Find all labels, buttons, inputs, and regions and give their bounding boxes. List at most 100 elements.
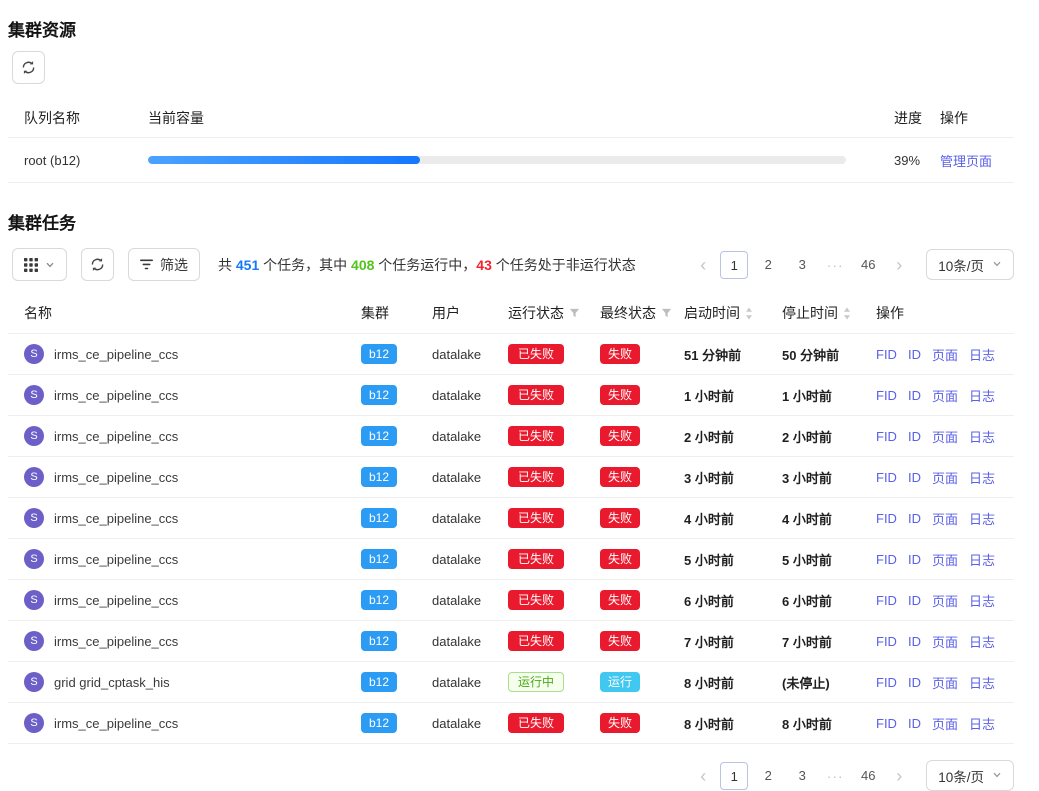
spark-avatar: S bbox=[24, 508, 44, 528]
start-time-cell: 6 小时前 bbox=[684, 591, 782, 610]
action-link-日志[interactable]: 日志 bbox=[969, 509, 995, 528]
action-link-fid[interactable]: FID bbox=[876, 716, 897, 731]
page-button-1[interactable]: 1 bbox=[720, 251, 748, 279]
next-page-icon[interactable]: › bbox=[888, 767, 910, 785]
action-link-id[interactable]: ID bbox=[908, 716, 921, 731]
page-size-select[interactable]: 10条/页 bbox=[926, 760, 1014, 791]
user-cell: datalake bbox=[432, 716, 508, 731]
start-time-sort-icon[interactable] bbox=[745, 307, 753, 320]
action-link-日志[interactable]: 日志 bbox=[969, 468, 995, 487]
run-status-tag: 已失败 bbox=[508, 590, 564, 610]
actions-cell: FID ID 页面日志 bbox=[876, 673, 1014, 692]
action-link-id[interactable]: ID bbox=[908, 347, 921, 362]
task-name: irms_ce_pipeline_ccs bbox=[54, 716, 178, 731]
action-link-页面[interactable]: 页面 bbox=[932, 386, 958, 405]
actions-cell: FID ID 页面日志 bbox=[876, 468, 1014, 487]
action-link-页面[interactable]: 页面 bbox=[932, 714, 958, 733]
action-link-日志[interactable]: 日志 bbox=[969, 673, 995, 692]
action-link-日志[interactable]: 日志 bbox=[969, 427, 995, 446]
task-name: grid grid_cptask_his bbox=[54, 675, 170, 690]
action-link-页面[interactable]: 页面 bbox=[932, 632, 958, 651]
page-button-last[interactable]: 46 bbox=[854, 251, 882, 279]
page-button-3[interactable]: 3 bbox=[788, 762, 816, 790]
action-link-日志[interactable]: 日志 bbox=[969, 591, 995, 610]
action-link-fid[interactable]: FID bbox=[876, 470, 897, 485]
run-status-filter-icon[interactable] bbox=[569, 308, 580, 319]
action-link-页面[interactable]: 页面 bbox=[932, 673, 958, 692]
capacity-cell bbox=[148, 156, 870, 164]
user-cell: datalake bbox=[432, 675, 508, 690]
chevron-down-icon bbox=[45, 260, 55, 270]
action-link-日志[interactable]: 日志 bbox=[969, 386, 995, 405]
chevron-down-icon bbox=[992, 768, 1002, 783]
action-link-页面[interactable]: 页面 bbox=[932, 550, 958, 569]
refresh-tasks-button[interactable] bbox=[81, 248, 114, 281]
action-link-页面[interactable]: 页面 bbox=[932, 468, 958, 487]
action-link-id[interactable]: ID bbox=[908, 470, 921, 485]
action-link-id[interactable]: ID bbox=[908, 593, 921, 608]
action-link-id[interactable]: ID bbox=[908, 429, 921, 444]
start-time-cell: 4 小时前 bbox=[684, 509, 782, 528]
action-link-id[interactable]: ID bbox=[908, 388, 921, 403]
action-link-fid[interactable]: FID bbox=[876, 593, 897, 608]
task-name: irms_ce_pipeline_ccs bbox=[54, 552, 178, 567]
table-row: S irms_ce_pipeline_ccs b12 datalake 已失败 … bbox=[8, 539, 1014, 580]
action-link-日志[interactable]: 日志 bbox=[969, 714, 995, 733]
prev-page-icon[interactable]: ‹ bbox=[692, 256, 714, 274]
run-status-tag: 已失败 bbox=[508, 508, 564, 528]
action-link-fid[interactable]: FID bbox=[876, 429, 897, 444]
spark-avatar: S bbox=[24, 631, 44, 651]
task-name: irms_ce_pipeline_ccs bbox=[54, 634, 178, 649]
pagination-ellipsis[interactable]: ··· bbox=[822, 257, 848, 273]
action-link-fid[interactable]: FID bbox=[876, 388, 897, 403]
cluster-tag: b12 bbox=[361, 549, 397, 569]
prev-page-icon[interactable]: ‹ bbox=[692, 767, 714, 785]
page-button-3[interactable]: 3 bbox=[788, 251, 816, 279]
user-cell: datalake bbox=[432, 593, 508, 608]
filter-button[interactable]: 筛选 bbox=[128, 248, 200, 281]
action-link-fid[interactable]: FID bbox=[876, 675, 897, 690]
spark-avatar: S bbox=[24, 713, 44, 733]
page-button-2[interactable]: 2 bbox=[754, 251, 782, 279]
actions-cell: FID ID 页面日志 bbox=[876, 550, 1014, 569]
run-status-tag: 已失败 bbox=[508, 426, 564, 446]
resources-table-header: 队列名称 当前容量 进度 操作 bbox=[8, 98, 1014, 138]
task-name: irms_ce_pipeline_ccs bbox=[54, 388, 178, 403]
final-status-filter-icon[interactable] bbox=[661, 308, 672, 319]
action-link-日志[interactable]: 日志 bbox=[969, 345, 995, 364]
manage-page-link[interactable]: 管理页面 bbox=[940, 154, 992, 169]
not-running-task-count: 43 bbox=[476, 257, 492, 273]
action-link-fid[interactable]: FID bbox=[876, 552, 897, 567]
action-link-fid[interactable]: FID bbox=[876, 347, 897, 362]
action-link-fid[interactable]: FID bbox=[876, 634, 897, 649]
pagination-ellipsis[interactable]: ··· bbox=[822, 768, 848, 784]
next-page-icon[interactable]: › bbox=[888, 256, 910, 274]
action-link-页面[interactable]: 页面 bbox=[932, 427, 958, 446]
action-link-id[interactable]: ID bbox=[908, 511, 921, 526]
action-link-页面[interactable]: 页面 bbox=[932, 509, 958, 528]
action-link-日志[interactable]: 日志 bbox=[969, 632, 995, 651]
action-link-id[interactable]: ID bbox=[908, 634, 921, 649]
actions-cell: FID ID 页面日志 bbox=[876, 632, 1014, 651]
cluster-tasks-title: 集群任务 bbox=[8, 209, 1014, 234]
page-button-last[interactable]: 46 bbox=[854, 762, 882, 790]
actions-cell: FID ID 页面日志 bbox=[876, 509, 1014, 528]
table-row: S irms_ce_pipeline_ccs b12 datalake 已失败 … bbox=[8, 416, 1014, 457]
page-button-1[interactable]: 1 bbox=[720, 762, 748, 790]
stop-time-cell: 2 小时前 bbox=[782, 427, 876, 446]
header-current-capacity: 当前容量 bbox=[148, 108, 870, 128]
page-button-2[interactable]: 2 bbox=[754, 762, 782, 790]
action-link-日志[interactable]: 日志 bbox=[969, 550, 995, 569]
action-link-页面[interactable]: 页面 bbox=[932, 345, 958, 364]
page-size-select[interactable]: 10条/页 bbox=[926, 249, 1014, 280]
stop-time-sort-icon[interactable] bbox=[843, 307, 851, 320]
spark-avatar: S bbox=[24, 426, 44, 446]
header-queue-name: 队列名称 bbox=[24, 108, 148, 128]
action-link-id[interactable]: ID bbox=[908, 552, 921, 567]
refresh-resources-button[interactable] bbox=[12, 51, 45, 84]
action-link-页面[interactable]: 页面 bbox=[932, 591, 958, 610]
action-link-id[interactable]: ID bbox=[908, 675, 921, 690]
pagination-bottom: ‹ 1 2 3 ··· 46 › 10条/页 bbox=[692, 760, 1014, 791]
column-settings-button[interactable] bbox=[12, 248, 67, 281]
action-link-fid[interactable]: FID bbox=[876, 511, 897, 526]
